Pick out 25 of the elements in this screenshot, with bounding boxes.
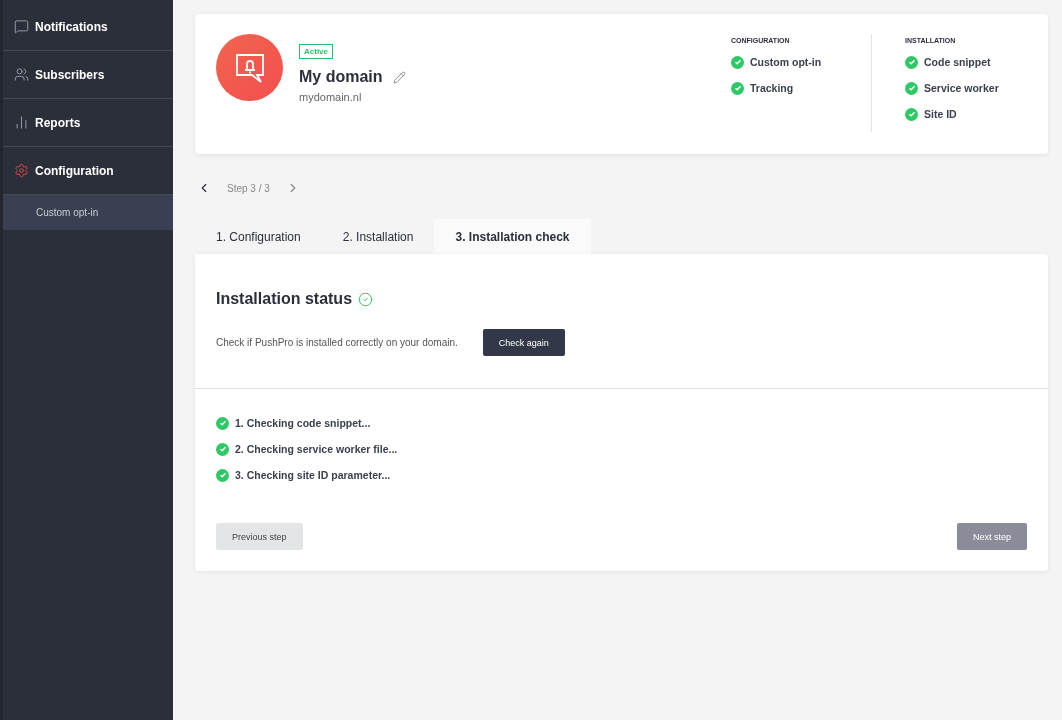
check-item: 2. Checking service worker file... [235,443,398,455]
previous-step-button[interactable]: Previous step [216,523,303,550]
domain-name: My domain [299,68,383,86]
domain-url: mydomain.nl [299,91,363,103]
sidebar-item[interactable]: Notifications [35,19,108,34]
sidebar-item[interactable]: Reports [35,115,81,130]
description: Check if PushPro is installed correctly on your domain. [216,337,458,348]
status-badge: Active [299,44,333,59]
section-title: Installation status [216,290,353,308]
summary-item: Code snippet [924,56,991,68]
sidebar-item[interactable]: Subscribers [35,67,105,82]
summary-item: Site ID [924,108,957,120]
summary-item: Custom opt-in [750,56,822,68]
sidebar-item[interactable]: Configuration [35,163,114,178]
step-label: Step 3 / 3 [227,182,270,194]
tab[interactable]: 1. Configuration [195,219,322,254]
tab[interactable]: 3. Installation check [434,219,591,254]
summary-item: Tracking [750,82,794,94]
tab[interactable]: 2. Installation [321,219,435,254]
check-item: 3. Checking site ID parameter... [235,469,391,481]
edit-icon[interactable] [392,70,406,84]
check-again-button[interactable]: Check again [482,329,565,356]
check-item: 1. Checking code snippet... [235,417,371,429]
sidebar-subitem[interactable]: Custom opt-in [3,195,173,230]
summary-item: Service worker [924,82,999,94]
